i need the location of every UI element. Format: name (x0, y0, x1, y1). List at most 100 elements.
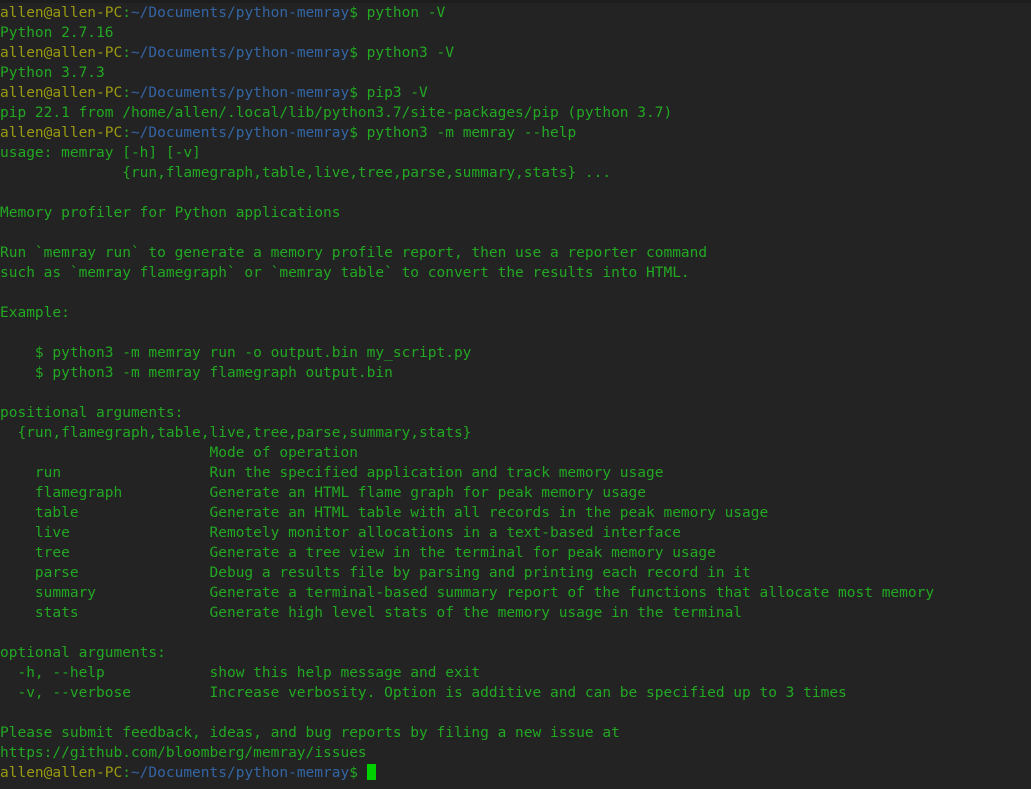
terminal-output-text: {run,flamegraph,table,live,tree,parse,su… (0, 165, 612, 181)
terminal-output-text: flamegraph Generate an HTML flame graph … (0, 485, 647, 501)
prompt-sigil: $ (349, 125, 358, 141)
terminal-output-text: Mode of operation (0, 445, 358, 461)
terminal-output-text (0, 285, 9, 301)
terminal-output-text: parse Debug a results file by parsing an… (0, 565, 751, 581)
terminal-command-text (358, 765, 367, 781)
terminal-command-text: python3 -V (357, 45, 454, 61)
prompt-sigil: $ (349, 5, 358, 21)
terminal-output-line: $ python3 -m memray run -o output.bin my… (0, 343, 1031, 363)
terminal-output-line: pip 22.1 from /home/allen/.local/lib/pyt… (0, 103, 1031, 123)
prompt-sigil: $ (349, 85, 358, 101)
terminal-output-line (0, 223, 1031, 243)
terminal-output-line: parse Debug a results file by parsing an… (0, 563, 1031, 583)
terminal-output-text: run Run the specified application and tr… (0, 465, 664, 481)
terminal-output-line (0, 383, 1031, 403)
terminal-command-text: pip3 -V (357, 85, 428, 101)
terminal-output-line: Python 3.7.3 (0, 63, 1031, 83)
terminal-output-line (0, 283, 1031, 303)
terminal-output-line: run Run the specified application and tr… (0, 463, 1031, 483)
terminal-output-line: $ python3 -m memray flamegraph output.bi… (0, 363, 1031, 383)
terminal-output-text: Python 2.7.16 (0, 25, 114, 41)
terminal-output-text: summary Generate a terminal-based summar… (0, 585, 935, 601)
terminal-screen[interactable]: allen@allen-PC:~/Documents/python-memray… (0, 3, 1031, 783)
terminal-output-line: Python 2.7.16 (0, 23, 1031, 43)
terminal-output-text: Memory profiler for Python applications (0, 205, 341, 221)
terminal-output-text (0, 385, 9, 401)
terminal-output-line: summary Generate a terminal-based summar… (0, 583, 1031, 603)
terminal-output-text (0, 225, 9, 241)
prompt-sigil: $ (349, 45, 358, 61)
terminal-output-line: flamegraph Generate an HTML flame graph … (0, 483, 1031, 503)
prompt-separator: : (122, 45, 131, 61)
terminal-output-line: live Remotely monitor allocations in a t… (0, 523, 1031, 543)
prompt-path: ~/Documents/python-memray (130, 45, 350, 61)
terminal-output-text: table Generate an HTML table with all re… (0, 505, 769, 521)
terminal-output-text: positional arguments: (0, 405, 184, 421)
terminal-output-text: {run,flamegraph,table,live,tree,parse,su… (0, 425, 472, 441)
prompt-user-host: allen@allen-PC (0, 765, 123, 781)
terminal-prompt-line: allen@allen-PC:~/Documents/python-memray… (0, 83, 1031, 103)
terminal-output-text: Run `memray run` to generate a memory pr… (0, 245, 708, 261)
terminal-output-text: https://github.com/bloomberg/memray/issu… (0, 745, 367, 761)
terminal-output-text: Python 3.7.3 (0, 65, 105, 81)
terminal-command-text: python3 -m memray --help (357, 125, 577, 141)
terminal-prompt-line: allen@allen-PC:~/Documents/python-memray… (0, 123, 1031, 143)
prompt-path: ~/Documents/python-memray (130, 5, 350, 21)
prompt-path: ~/Documents/python-memray (130, 765, 350, 781)
terminal-output-line: optional arguments: (0, 643, 1031, 663)
terminal-output-text: stats Generate high level stats of the m… (0, 605, 743, 621)
terminal-output-line: such as `memray flamegraph` or `memray t… (0, 263, 1031, 283)
terminal-output-line: Memory profiler for Python applications (0, 203, 1031, 223)
terminal-output-line (0, 183, 1031, 203)
prompt-user-host: allen@allen-PC (0, 5, 123, 21)
prompt-sigil: $ (349, 765, 358, 781)
terminal-output-line: table Generate an HTML table with all re… (0, 503, 1031, 523)
terminal-output-text (0, 185, 9, 201)
terminal-output-line (0, 323, 1031, 343)
terminal-output-line: Mode of operation (0, 443, 1031, 463)
prompt-separator: : (122, 765, 131, 781)
prompt-user-host: allen@allen-PC (0, 125, 123, 141)
terminal-prompt-line: allen@allen-PC:~/Documents/python-memray… (0, 3, 1031, 23)
terminal-output-line: Run `memray run` to generate a memory pr… (0, 243, 1031, 263)
terminal-output-text: -v, --verbose Increase verbosity. Option… (0, 685, 847, 701)
prompt-user-host: allen@allen-PC (0, 45, 123, 61)
terminal-prompt-line: allen@allen-PC:~/Documents/python-memray… (0, 763, 1031, 783)
terminal-output-text: optional arguments: (0, 645, 166, 661)
terminal-output-text: $ python3 -m memray flamegraph output.bi… (0, 365, 393, 381)
terminal-output-text: usage: memray [-h] [-v] (0, 145, 201, 161)
terminal-top-edge (0, 0, 1031, 3)
prompt-user-host: allen@allen-PC (0, 85, 123, 101)
terminal-output-text (0, 705, 9, 721)
prompt-separator: : (122, 125, 131, 141)
prompt-path: ~/Documents/python-memray (130, 85, 350, 101)
terminal-output-line (0, 703, 1031, 723)
terminal-output-text: -h, --help show this help message and ex… (0, 665, 481, 681)
prompt-path: ~/Documents/python-memray (130, 125, 350, 141)
terminal-command-text: python -V (357, 5, 446, 21)
terminal-output-line: https://github.com/bloomberg/memray/issu… (0, 743, 1031, 763)
terminal-output-line: {run,flamegraph,table,live,tree,parse,su… (0, 423, 1031, 443)
terminal-output-text: tree Generate a tree view in the termina… (0, 545, 716, 561)
terminal-output-text (0, 325, 9, 341)
terminal-output-line (0, 623, 1031, 643)
terminal-output-text: live Remotely monitor allocations in a t… (0, 525, 681, 541)
terminal-window[interactable]: allen@allen-PC:~/Documents/python-memray… (0, 0, 1031, 789)
terminal-output-line: Please submit feedback, ideas, and bug r… (0, 723, 1031, 743)
terminal-cursor (366, 764, 376, 780)
terminal-output-line: {run,flamegraph,table,live,tree,parse,su… (0, 163, 1031, 183)
terminal-output-line: -v, --verbose Increase verbosity. Option… (0, 683, 1031, 703)
terminal-output-line: stats Generate high level stats of the m… (0, 603, 1031, 623)
terminal-output-text: pip 22.1 from /home/allen/.local/lib/pyt… (0, 105, 673, 121)
terminal-output-text: such as `memray flamegraph` or `memray t… (0, 265, 690, 281)
prompt-separator: : (122, 85, 131, 101)
terminal-output-line: usage: memray [-h] [-v] (0, 143, 1031, 163)
terminal-output-line: -h, --help show this help message and ex… (0, 663, 1031, 683)
terminal-output-line: tree Generate a tree view in the termina… (0, 543, 1031, 563)
terminal-output-text (0, 625, 9, 641)
terminal-output-text: $ python3 -m memray run -o output.bin my… (0, 345, 472, 361)
terminal-output-line: Example: (0, 303, 1031, 323)
terminal-output-line: positional arguments: (0, 403, 1031, 423)
prompt-separator: : (122, 5, 131, 21)
terminal-prompt-line: allen@allen-PC:~/Documents/python-memray… (0, 43, 1031, 63)
